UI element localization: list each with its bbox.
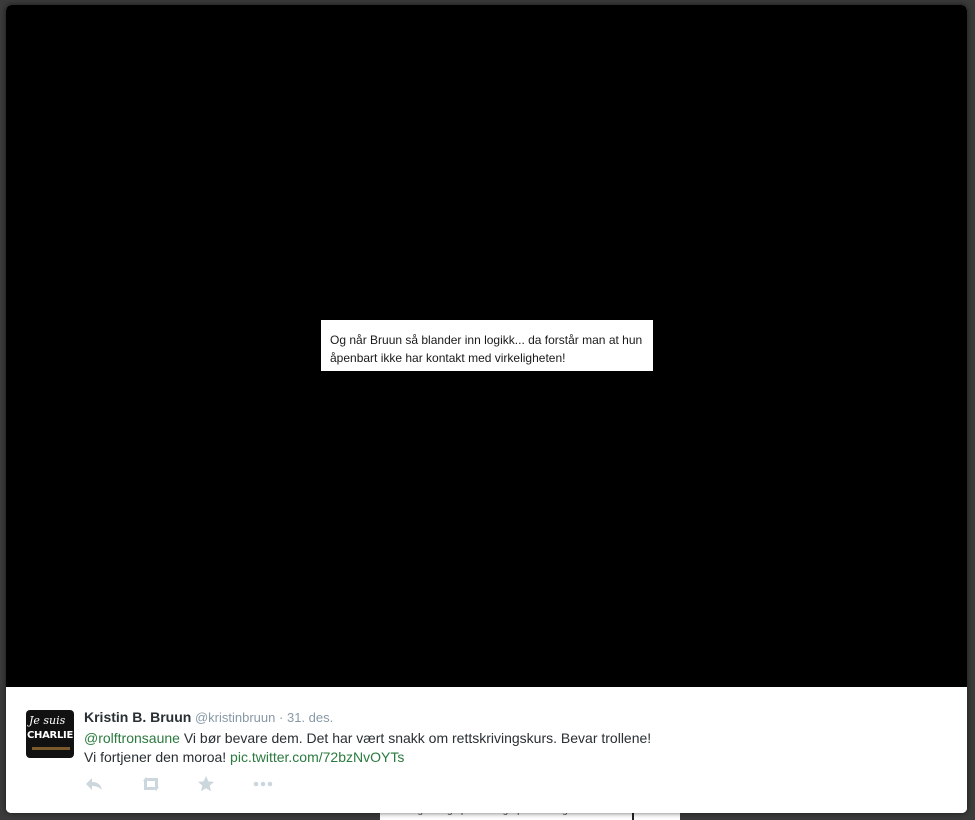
avatar-text-line1: Je suis	[29, 714, 66, 727]
pic-link[interactable]: pic.twitter.com/72bzNvOYTs	[230, 749, 404, 765]
reply-button[interactable]	[84, 775, 108, 797]
tweet-text: @rolftronsaune Vi bør bevare dem. Det ha…	[84, 729, 944, 767]
author-handle[interactable]: @kristinbruun	[195, 710, 275, 725]
tweet-header: Kristin B. Bruun @kristinbruun · 31. des…	[84, 709, 333, 725]
avatar-text-line2: CHARLIE	[27, 730, 73, 741]
reply-icon	[84, 775, 108, 793]
avatar[interactable]: Je suis CHARLIE	[26, 710, 74, 758]
author-name[interactable]: Kristin B. Bruun	[84, 709, 191, 725]
pencil-icon	[32, 747, 70, 750]
tweet-text-part1: Vi bør bevare dem. Det har vært snakk om…	[179, 730, 652, 746]
more-icon	[252, 775, 276, 793]
retweet-icon	[140, 775, 164, 793]
media-image-text: Og når Bruun så blander inn logikk... da…	[321, 320, 653, 371]
header-separator: ·	[279, 710, 284, 725]
tweet-date[interactable]: 31. des.	[287, 710, 333, 725]
mention-link[interactable]: @rolftronsaune	[84, 730, 180, 746]
media-modal: Og når Bruun så blander inn logikk... da…	[6, 5, 967, 813]
favorite-icon	[196, 775, 220, 793]
media-viewer[interactable]: Og når Bruun så blander inn logikk... da…	[6, 5, 967, 687]
tweet-details: Je suis CHARLIE Kristin B. Bruun @kristi…	[6, 687, 967, 813]
favorite-button[interactable]	[196, 775, 220, 797]
more-button[interactable]	[252, 775, 276, 797]
tweet-text-part2: Vi fortjener den moroa!	[84, 749, 231, 765]
retweet-button[interactable]	[140, 775, 164, 797]
